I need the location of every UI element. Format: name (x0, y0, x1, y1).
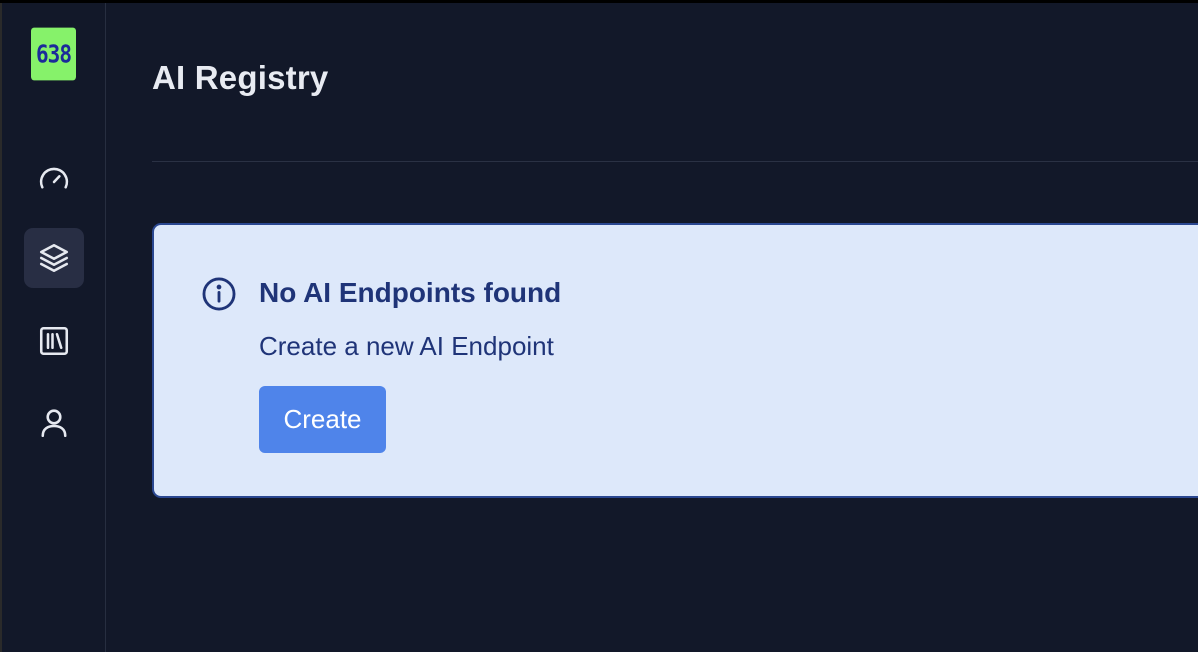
speedometer-icon (39, 167, 69, 189)
empty-state-description: Create a new AI Endpoint (259, 331, 554, 361)
empty-state-title: No AI Endpoints found (259, 277, 562, 308)
create-button[interactable]: Create (259, 386, 386, 453)
sidebar: 638 (0, 3, 106, 652)
sidebar-item-ai-registry[interactable] (24, 228, 84, 288)
layers-icon (39, 243, 69, 273)
app-window: 638 AI Registry No AI Endpoints found Cr… (0, 0, 1198, 652)
sidebar-item-dashboard[interactable] (24, 149, 84, 209)
main-content: AI Registry No AI Endpoints found Create… (106, 3, 1198, 652)
sidebar-item-account[interactable] (24, 393, 84, 453)
logo-text: 638 (36, 39, 72, 69)
sidebar-item-library[interactable] (24, 311, 84, 371)
library-icon (39, 326, 69, 356)
empty-state-alert: No AI Endpoints found Create a new AI En… (152, 223, 1198, 498)
page-title: AI Registry (152, 59, 329, 96)
info-icon (202, 277, 236, 311)
header-divider (152, 161, 1198, 162)
app-logo[interactable]: 638 (31, 27, 76, 81)
user-icon (41, 409, 67, 438)
